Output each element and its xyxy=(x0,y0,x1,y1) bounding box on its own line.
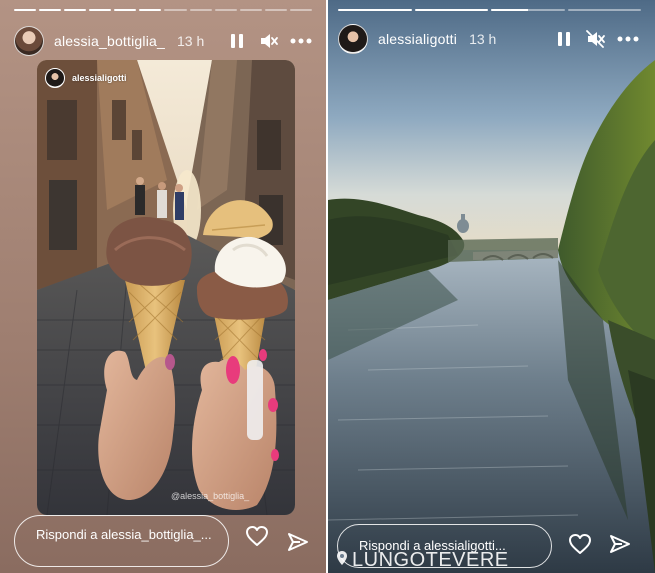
story-progress-segment xyxy=(289,9,312,11)
story-progress-segment xyxy=(14,9,37,11)
story-progress-segment xyxy=(567,9,641,11)
story-progress-segment xyxy=(39,9,62,11)
gelato-street-image xyxy=(37,60,295,515)
story-progress-segment xyxy=(264,9,287,11)
location-label: LUNGOTEVERE xyxy=(352,549,509,571)
story-progress-segment xyxy=(114,9,137,11)
location-pin-icon xyxy=(336,549,348,572)
reply-input[interactable]: Rispondi a alessia_bottiglia_... xyxy=(14,515,229,567)
reposted-avatar xyxy=(45,68,65,88)
story-progress-segment xyxy=(239,9,262,11)
location-sticker[interactable]: LUNGOTEVERE xyxy=(336,549,509,572)
story-progress-segment xyxy=(164,9,187,11)
story-username[interactable]: alessialigotti xyxy=(378,31,457,47)
heart-icon[interactable] xyxy=(244,523,270,549)
avatar[interactable] xyxy=(14,26,44,56)
reposted-from-header[interactable]: alessialigotti xyxy=(45,68,127,88)
heart-icon[interactable] xyxy=(567,531,593,557)
pause-icon[interactable] xyxy=(226,30,248,52)
story-progress-segment xyxy=(189,9,212,11)
stories-viewer: alessia_bottiglia_ 13 h alessialigotti @… xyxy=(0,0,655,573)
story-progress-segment xyxy=(64,9,87,11)
story-progress-bars xyxy=(14,9,312,12)
story-progress-segment xyxy=(139,9,162,11)
story-time: 13 h xyxy=(177,33,205,49)
more-options-icon[interactable] xyxy=(290,30,312,52)
muted-speaker-icon[interactable] xyxy=(585,28,607,50)
story-progress-segment xyxy=(414,9,488,11)
send-icon[interactable] xyxy=(607,531,633,557)
more-options-icon[interactable] xyxy=(617,28,639,50)
story-header: alessia_bottiglia_ 13 h xyxy=(14,26,312,56)
story-right[interactable]: alessialigotti 13 h Rispondi a alessiali… xyxy=(328,0,655,573)
story-header: alessialigotti 13 h xyxy=(338,24,639,54)
story-username[interactable]: alessia_bottiglia_ xyxy=(54,33,165,49)
story-progress-segment xyxy=(89,9,112,11)
photo-watermark: @alessia_bottiglia_ xyxy=(171,491,250,501)
reposted-story-photo[interactable]: alessialigotti @alessia_bottiglia_ xyxy=(37,60,295,515)
muted-speaker-icon[interactable] xyxy=(258,30,280,52)
avatar[interactable] xyxy=(338,24,368,54)
river-sunset-image xyxy=(328,0,655,573)
send-icon[interactable] xyxy=(285,529,311,555)
story-progress-segment xyxy=(338,9,412,11)
story-progress-segment xyxy=(214,9,237,11)
story-left[interactable]: alessia_bottiglia_ 13 h alessialigotti @… xyxy=(0,0,326,573)
story-progress-segment xyxy=(491,9,565,11)
pause-icon[interactable] xyxy=(553,28,575,50)
reposted-username: alessialigotti xyxy=(72,73,127,83)
story-time: 13 h xyxy=(469,31,497,47)
story-progress-bars xyxy=(338,9,641,12)
